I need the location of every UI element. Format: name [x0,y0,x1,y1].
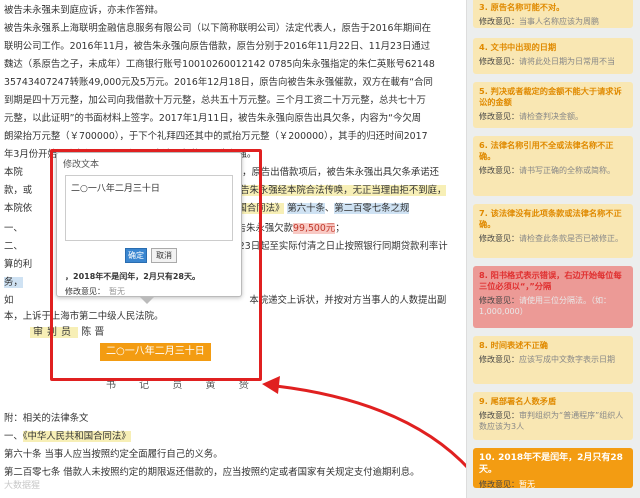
doc-line: 元整，以此证明”的书面材料上签字。2017年1月11日，被告朱永强向原告出具欠条… [4,113,422,124]
law-article-ref[interactable]: 第六十条 [287,203,325,214]
review-card[interactable]: 7. 该法律没有此项条款或法律名称不正确。 修改意见：请检查此条款是否已被修正。 [473,204,633,258]
law-article-ref[interactable]: 第二百零七条 [334,203,391,214]
review-card[interactable]: 8. 阳书格式表示错误，右边开始每位每三位必须以“，”分隔 修改意见：请使用三位… [473,266,633,328]
review-card[interactable]: 6. 法律名称引用不全或法律名称不正确。 修改意见：请书写正确的全称或简称。 [473,136,633,196]
review-panel: 3. 原告名称可能不对。 修改意见：当事人名称应该为周鹏 4. 文书中出现的日期… [466,0,640,498]
doc-line: 到期是四十万元整，加公司向我借款十万元整，总共五十万元整。三个月工资二十万元整，… [4,95,426,106]
doc-line: 朗梁抬万元整（￥700000），于下个礼拜四还其中的贰抬万元整（￥200000）… [4,131,428,142]
doc-line: 被告朱永强系上海联明金融信息服务有限公司（以下简称联明公司）法定代表人，原告于2… [4,23,431,34]
doc-line: 35743407247转账49,000元及5万元。2016年12月18日，原告向… [4,77,433,88]
arrow-icon [262,376,472,472]
review-card[interactable]: 4. 文书中出现的日期 修改意见：请将此处日期为日常用不当 [473,38,633,74]
amount-error-highlight[interactable]: 99,500元 [293,223,336,234]
review-card[interactable]: 9. 尾部署名人数矛盾 修改意见：审判组织为“普通程序”组织人数应该为3人 [473,392,633,440]
watermark: 大数据猩 [4,481,41,491]
review-card[interactable]: 8. 时间表述不正确 修改意见：应该写成中文数字表示日期 [473,336,633,384]
review-card-active[interactable]: 10. 2018年不是闰年，2月只有28天。 修改意见：暂无 [473,448,633,489]
focus-box-popup [50,149,262,381]
doc-line: 魏达（系原告之子，未成年）工商银行账号10010260012142 0785向朱… [4,59,435,70]
review-card[interactable]: 3. 原告名称可能不对。 修改意见：当事人名称应该为周鹏 [473,0,633,28]
review-card[interactable]: 5. 判决或者裁定的金额不能大于请求诉讼的金额 修改意见：请检查判决金额。 [473,82,633,128]
doc-line: 被告未永强未到庭应诉，亦未作答辩。 [4,5,164,16]
law-name-ref[interactable]: 《中华人民共和国合同法》 [22,431,131,442]
doc-line: 联明公司工作。2016年11月，被告朱永强向原告借款，原告分别于2016年11月… [4,41,431,52]
